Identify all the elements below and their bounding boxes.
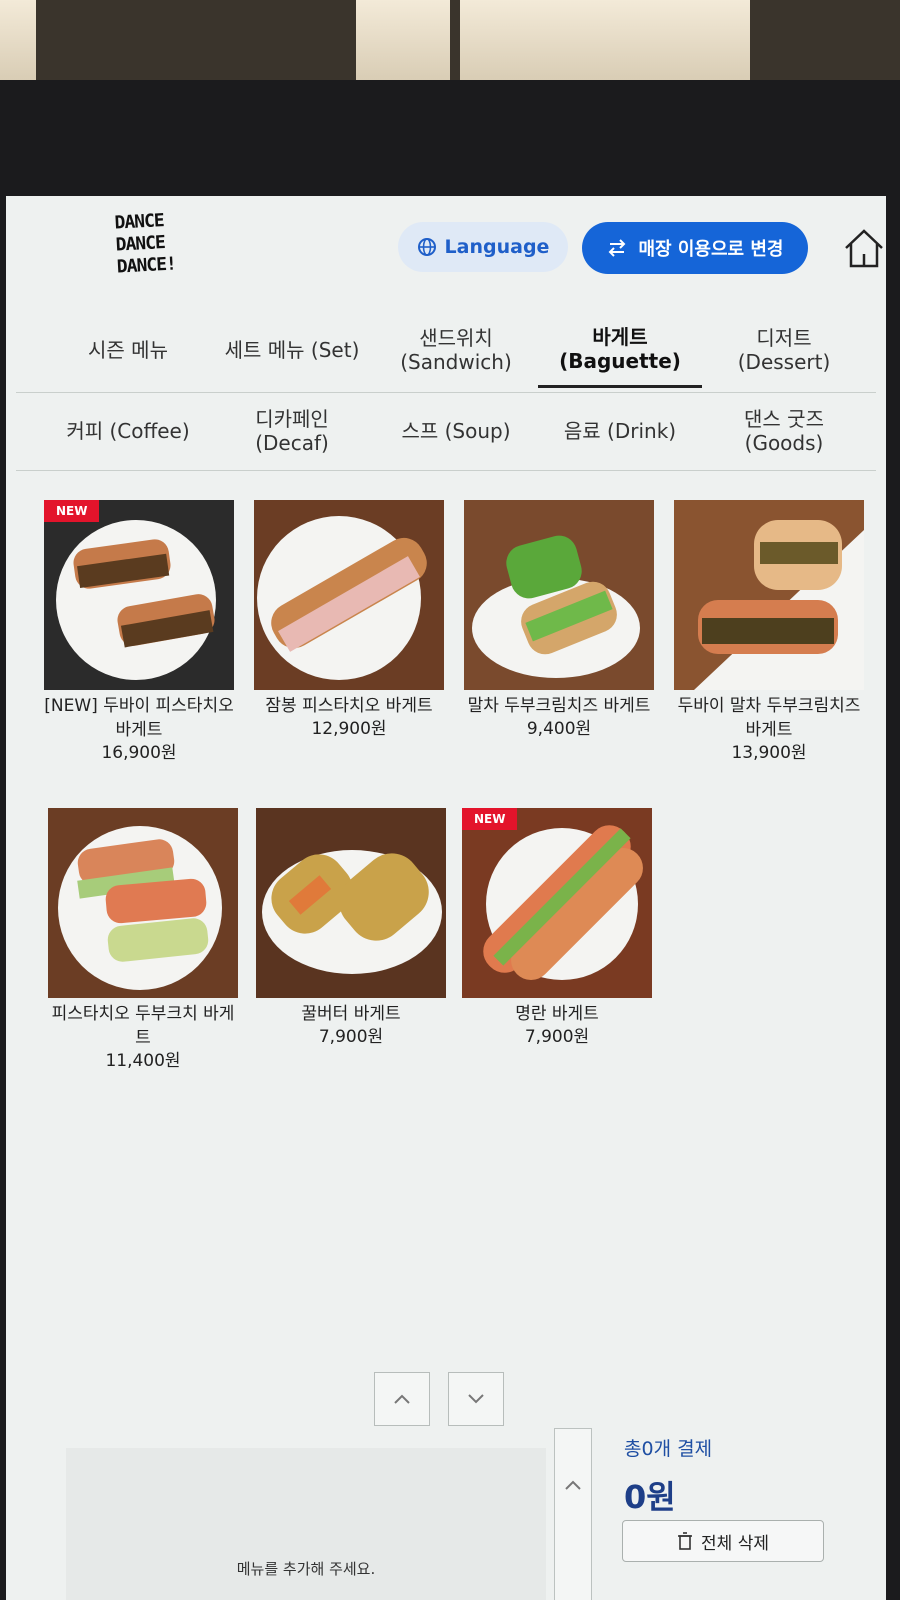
tab-decaf[interactable]: 디카페인 (Decaf) <box>210 396 374 466</box>
cart-empty-message: 메뉴를 추가해 주세요. <box>236 1560 376 1578</box>
tab-set[interactable]: 세트 메뉴 (Set) <box>210 312 374 388</box>
product-card[interactable]: 말차 두부크림치즈 바게트 9,400원 <box>464 500 654 740</box>
page-down-button[interactable] <box>448 1372 504 1426</box>
tab-coffee[interactable]: 커피 (Coffee) <box>46 396 210 466</box>
category-tabs-row-1: 시즌 메뉴 세트 메뉴 (Set) 샌드위치 (Sandwich) 바게트 (Bag… <box>46 312 866 388</box>
product-image <box>674 500 864 690</box>
sandwich-illustration <box>483 825 643 980</box>
product-name: 두바이 말차 두부크림치즈 바게트 <box>677 696 861 740</box>
change-dine-in-button[interactable]: 매장 이용으로 변경 <box>582 222 808 274</box>
product-name: 피스타치오 두부크치 바게트 <box>51 1004 235 1048</box>
product-price: 11,400원 <box>105 1051 181 1071</box>
trash-icon <box>678 1532 693 1550</box>
product-name: [NEW] 두바이 피스타치오 바게트 <box>44 696 234 740</box>
chevron-up-icon <box>565 1480 581 1490</box>
product-price: 13,900원 <box>731 743 807 763</box>
product-card[interactable]: 꿀버터 바게트 7,900원 <box>256 808 446 1048</box>
product-image <box>464 500 654 690</box>
kiosk-screen: DANCE DANCE DANCE! Language 매장 이용으로 변경 시… <box>6 196 886 1600</box>
product-card[interactable]: NEW [NEW] 두바이 피스타치오 바게트 16,900원 <box>44 500 234 764</box>
tab-divider <box>16 470 876 471</box>
change-label: 매장 이용으로 변경 <box>638 239 784 260</box>
home-icon <box>845 229 883 268</box>
product-price: 9,400원 <box>526 719 592 739</box>
product-card[interactable]: 피스타치오 두부크치 바게트 11,400원 <box>48 808 238 1072</box>
total-price: 0원 <box>624 1478 676 1516</box>
product-image: NEW <box>44 500 234 690</box>
tab-sandwich[interactable]: 샌드위치 (Sandwich) <box>374 312 538 388</box>
product-image <box>48 808 238 998</box>
globe-icon <box>417 238 436 256</box>
product-image <box>254 500 444 690</box>
cart-list: 메뉴를 추가해 주세요. <box>66 1448 546 1600</box>
sandwich-illustration <box>257 516 427 680</box>
sandwich-illustration <box>58 826 222 990</box>
ceiling-background <box>0 0 900 90</box>
sandwich-illustration <box>472 535 640 678</box>
product-name: 꿀버터 바게트 <box>301 1004 401 1024</box>
language-label: Language <box>444 236 550 258</box>
swap-arrows-icon <box>609 239 626 257</box>
product-name: 말차 두부크림치즈 바게트 <box>467 696 651 716</box>
home-button[interactable] <box>842 226 886 270</box>
ceiling-light <box>356 0 450 80</box>
sandwich-illustration <box>262 850 442 974</box>
product-name: 잠봉 피스타치오 바게트 <box>265 696 433 716</box>
tab-goods[interactable]: 댄스 굿즈 (Goods) <box>702 396 866 466</box>
new-badge: NEW <box>462 808 518 830</box>
product-card[interactable]: NEW 명란 바게트 7,900원 <box>462 808 652 1048</box>
product-name: 명란 바게트 <box>515 1004 599 1024</box>
product-card[interactable]: 두바이 말차 두부크림치즈 바게트 13,900원 <box>674 500 864 764</box>
ceiling-light <box>460 0 750 80</box>
tab-soup[interactable]: 스프 (Soup) <box>374 396 538 466</box>
product-price: 16,900원 <box>101 743 177 763</box>
tab-baguette[interactable]: 바게트 (Baguette) <box>538 312 702 388</box>
new-badge: NEW <box>44 500 100 522</box>
product-card[interactable]: 잠봉 피스타치오 바게트 12,900원 <box>254 500 444 740</box>
product-image: NEW <box>462 808 652 998</box>
category-tabs-row-2: 커피 (Coffee) 디카페인 (Decaf) 스프 (Soup) 음료 (Dr… <box>46 396 866 466</box>
product-price: 7,900원 <box>524 1027 590 1047</box>
product-image <box>256 808 446 998</box>
clear-all-label: 전체 삭제 <box>701 1533 769 1554</box>
chevron-down-icon <box>468 1394 484 1404</box>
page-up-button[interactable] <box>374 1372 430 1426</box>
sandwich-illustration <box>56 520 216 680</box>
chevron-up-icon <box>394 1394 410 1404</box>
ceiling-light <box>0 0 36 80</box>
tab-drink[interactable]: 음료 (Drink) <box>538 396 702 466</box>
product-price: 7,900원 <box>318 1027 384 1047</box>
tab-dessert[interactable]: 디저트 (Dessert) <box>702 312 866 388</box>
sandwich-illustration <box>694 520 864 690</box>
clear-all-button[interactable]: 전체 삭제 <box>622 1520 824 1562</box>
cart-scroll-up-button[interactable] <box>554 1428 592 1600</box>
brand-logo: DANCE DANCE DANCE! <box>114 210 177 278</box>
tab-season[interactable]: 시즌 메뉴 <box>46 312 210 388</box>
total-count-label: 총0개 결제 <box>624 1438 713 1460</box>
language-button[interactable]: Language <box>398 222 568 272</box>
tab-divider <box>16 392 876 393</box>
product-price: 12,900원 <box>311 719 387 739</box>
